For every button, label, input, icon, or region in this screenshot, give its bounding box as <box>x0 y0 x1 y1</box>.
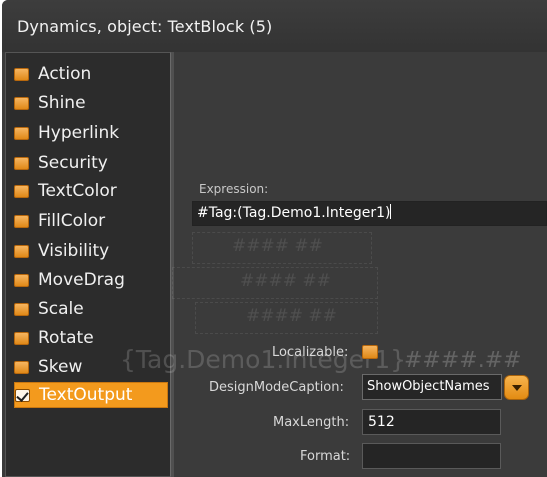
maxlength-value: 512 <box>368 414 395 430</box>
checkbox-textcolor[interactable] <box>14 184 29 198</box>
sidebar-item-label: Security <box>38 153 108 173</box>
checkbox-textoutput[interactable] <box>15 388 30 402</box>
checkbox-scale[interactable] <box>14 302 29 316</box>
sidebar-item-label: TextColor <box>38 181 117 201</box>
preview-hash-text: ####.## <box>404 348 522 373</box>
checkbox-shine[interactable] <box>14 96 29 110</box>
checkbox-hyperlink[interactable] <box>14 126 29 140</box>
expression-label: Expression: <box>199 182 269 196</box>
localizable-label: Localizable: <box>272 345 349 360</box>
localizable-checkbox[interactable] <box>362 345 378 359</box>
sidebar-item-visibility[interactable]: Visibility <box>14 238 168 264</box>
title-bar[interactable]: Dynamics, object: TextBlock (5) <box>2 0 547 52</box>
sidebar-item-scale[interactable]: Scale <box>14 296 168 322</box>
sidebar-item-label: TextOutput <box>39 385 133 405</box>
preview-hash-text: #### ## <box>240 271 331 291</box>
checkbox-movedrag[interactable] <box>14 273 29 287</box>
preview-hash-text: #### ## <box>232 236 323 256</box>
designmode-caption-label: DesignModeCaption: <box>209 380 344 395</box>
designmode-caption-value: ShowObjectNames <box>367 379 490 394</box>
sidebar-item-label: Skew <box>38 357 83 377</box>
checkbox-rotate[interactable] <box>14 331 29 345</box>
sidebar-item-label: Hyperlink <box>38 123 120 143</box>
sidebar-item-label: FillColor <box>38 211 106 231</box>
chevron-down-icon[interactable] <box>504 375 529 400</box>
checkbox-visibility[interactable] <box>14 244 29 258</box>
preview-hash-text: #### ## <box>246 306 337 326</box>
dynamics-list: Action Shine Hyperlink Security TextColo… <box>5 52 171 477</box>
sidebar-item-label: Scale <box>38 299 84 319</box>
sidebar-item-label: Visibility <box>38 241 110 261</box>
sidebar-item-shine[interactable]: Shine <box>14 90 168 116</box>
checkbox-action[interactable] <box>14 67 29 81</box>
sidebar-item-label: Shine <box>38 93 86 113</box>
sidebar-item-hyperlink[interactable]: Hyperlink <box>14 120 168 146</box>
sidebar-item-movedrag[interactable]: MoveDrag <box>14 267 168 293</box>
designmode-caption-select[interactable]: ShowObjectNames <box>362 374 502 400</box>
sidebar-item-security[interactable]: Security <box>14 150 168 176</box>
format-label: Format: <box>300 449 351 464</box>
sidebar-item-action[interactable]: Action <box>14 61 168 87</box>
checkbox-security[interactable] <box>14 156 29 170</box>
dialog-title: Dynamics, object: TextBlock (5) <box>17 17 273 36</box>
maxlength-input[interactable]: 512 <box>362 409 501 435</box>
format-input[interactable] <box>362 443 501 469</box>
checkbox-fillcolor[interactable] <box>14 214 29 228</box>
maxlength-label: MaxLength: <box>273 415 350 430</box>
sidebar-item-label: MoveDrag <box>38 270 125 290</box>
expression-input[interactable]: #Tag:(Tag.Demo1.Integer1) <box>192 201 547 226</box>
text-caret <box>390 204 392 219</box>
sidebar-item-textcolor[interactable]: TextColor <box>14 178 168 204</box>
checkbox-skew[interactable] <box>14 360 29 374</box>
sidebar-item-fillcolor[interactable]: FillColor <box>14 208 168 234</box>
sidebar-item-textoutput[interactable]: TextOutput <box>14 382 168 408</box>
expression-value: #Tag:(Tag.Demo1.Integer1) <box>197 205 391 221</box>
sidebar-item-label: Action <box>38 64 92 84</box>
sidebar-item-label: Rotate <box>38 328 94 348</box>
